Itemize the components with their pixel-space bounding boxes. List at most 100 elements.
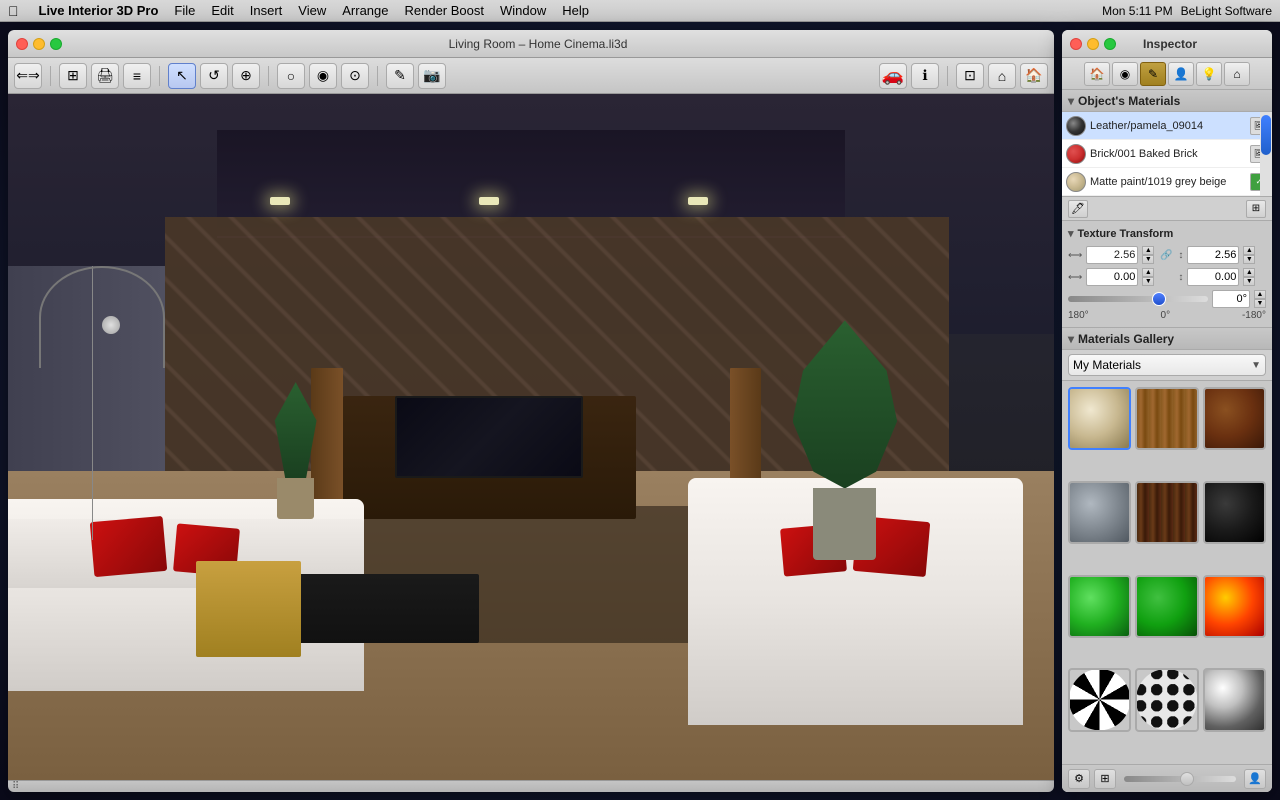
add-icon[interactable]: ⊞ <box>1094 769 1116 789</box>
gallery-item-black[interactable] <box>1203 481 1266 544</box>
scale-v-down[interactable]: ▼ <box>1243 255 1255 264</box>
gallery-item-stone[interactable] <box>1068 481 1131 544</box>
circle-btn1[interactable]: ○ <box>277 63 305 89</box>
material-preview-chrome <box>1205 670 1264 729</box>
gallery-item-brick[interactable] <box>1203 387 1266 450</box>
plant-center <box>270 382 322 519</box>
scale-h-down[interactable]: ▼ <box>1142 255 1154 264</box>
eyedropper-btn[interactable]: 🖊 <box>1068 200 1088 218</box>
menu-edit[interactable]: Edit <box>211 3 233 18</box>
rotate-btn[interactable]: ↺ <box>200 63 228 89</box>
inspector-minimize[interactable] <box>1087 38 1099 50</box>
gallery-item-chrome[interactable] <box>1203 668 1266 731</box>
car-btn[interactable]: 🚗 <box>879 63 907 89</box>
tab-person[interactable]: 👤 <box>1168 62 1194 86</box>
move-btn[interactable]: ⊕ <box>232 63 260 89</box>
tab-brush[interactable]: ✎ <box>1140 62 1166 86</box>
gallery-item-fire[interactable] <box>1203 575 1266 638</box>
offset-h-up[interactable]: ▲ <box>1142 268 1154 277</box>
rotation-stepper[interactable]: ▲ ▼ <box>1254 290 1266 308</box>
gallery-dropdown[interactable]: My Materials ▼ <box>1068 354 1266 376</box>
zoom-button[interactable] <box>50 38 62 50</box>
gallery-item-wood[interactable] <box>1135 387 1198 450</box>
scale-h-input[interactable]: 2.56 <box>1086 246 1138 264</box>
tab-home[interactable]: ⌂ <box>1224 62 1250 86</box>
material-item-2[interactable]: Matte paint/1019 grey beige ✓ <box>1062 168 1272 196</box>
menu-arrange[interactable]: Arrange <box>342 3 388 18</box>
gallery-item-darkwood[interactable] <box>1135 481 1198 544</box>
gallery-item-spots[interactable] <box>1135 668 1198 731</box>
rotation-input[interactable]: 0° <box>1212 290 1250 308</box>
menu-btn[interactable]: ≡ <box>123 63 151 89</box>
view3-btn[interactable]: 🏠 <box>1020 63 1048 89</box>
close-button[interactable] <box>16 38 28 50</box>
menubar-time: Mon 5:11 PM <box>1102 4 1172 18</box>
material-item-0[interactable]: Leather/pamela_09014 🖼 <box>1062 112 1272 140</box>
gear-icon[interactable]: ⚙ <box>1068 769 1090 789</box>
select-btn[interactable]: ↖ <box>168 63 196 89</box>
rotation-labels: 180° 0° -180° <box>1068 310 1266 321</box>
offset-h-down[interactable]: ▼ <box>1142 277 1154 286</box>
camera-btn[interactable]: 📷 <box>418 63 446 89</box>
menu-help[interactable]: Help <box>562 3 589 18</box>
tab-sphere[interactable]: ◉ <box>1112 62 1138 86</box>
scale-v-stepper[interactable]: ▲ ▼ <box>1243 246 1255 264</box>
menu-view[interactable]: View <box>298 3 326 18</box>
offset-row: ⟷ 0.00 ▲ ▼ ↕ 0.00 ▲ ▼ <box>1068 268 1266 286</box>
viewport[interactable] <box>8 94 1054 780</box>
offset-h-stepper[interactable]: ▲ ▼ <box>1142 268 1154 286</box>
scale-h-stepper[interactable]: ▲ ▼ <box>1142 246 1154 264</box>
menu-window[interactable]: Window <box>500 3 546 18</box>
gallery-item-zebra[interactable] <box>1068 668 1131 731</box>
info-btn[interactable]: ℹ <box>911 63 939 89</box>
circle-btn3[interactable]: ⊙ <box>341 63 369 89</box>
offset-v-down[interactable]: ▼ <box>1243 277 1255 286</box>
scale-v-input[interactable]: 2.56 <box>1187 246 1239 264</box>
inspector-close[interactable] <box>1070 38 1082 50</box>
circle-btn2[interactable]: ◉ <box>309 63 337 89</box>
resize-handle[interactable]: ⠿ <box>12 781 19 792</box>
tab-bulb[interactable]: 💡 <box>1196 62 1222 86</box>
menu-render-boost[interactable]: Render Boost <box>405 3 485 18</box>
material-item-1[interactable]: Brick/001 Baked Brick 🖼 <box>1062 140 1272 168</box>
offset-v-input[interactable]: 0.00 <box>1187 268 1239 286</box>
window-3d: Living Room – Home Cinema.li3d ⇐⇒ ⊞ 🖨 ≡ … <box>8 30 1054 792</box>
render-btn[interactable]: 🖨 <box>91 63 119 89</box>
rotation-slider[interactable] <box>1068 296 1208 302</box>
menu-file[interactable]: File <box>174 3 195 18</box>
grid-view-btn[interactable]: ⊞ <box>1246 200 1266 218</box>
view2-btn[interactable]: ⌂ <box>988 63 1016 89</box>
rotation-thumb[interactable] <box>1152 292 1166 306</box>
gallery-item-beige[interactable] <box>1068 387 1131 450</box>
minimize-button[interactable] <box>33 38 45 50</box>
scale-v-up[interactable]: ▲ <box>1243 246 1255 255</box>
rotation-up[interactable]: ▲ <box>1254 290 1266 299</box>
inspector-zoom[interactable] <box>1104 38 1116 50</box>
apple-menu[interactable]:  <box>8 3 19 19</box>
offset-v-stepper[interactable]: ▲ ▼ <box>1243 268 1255 286</box>
gallery-item-green-mid[interactable] <box>1135 575 1198 638</box>
scale-h-up[interactable]: ▲ <box>1142 246 1154 255</box>
person-icon[interactable]: 👤 <box>1244 769 1266 789</box>
back-forward-btn[interactable]: ⇐⇒ <box>14 63 42 89</box>
offset-h-input[interactable]: 0.00 <box>1086 268 1138 286</box>
view1-btn[interactable]: ⊡ <box>956 63 984 89</box>
offset-v-up[interactable]: ▲ <box>1243 268 1255 277</box>
ottoman <box>196 561 301 657</box>
scrollbar-thumb[interactable] <box>1261 115 1271 155</box>
link-icon[interactable]: 🔗 <box>1158 247 1174 263</box>
draw-btn[interactable]: ✎ <box>386 63 414 89</box>
2d-view-btn[interactable]: ⊞ <box>59 63 87 89</box>
tab-house[interactable]: 🏠 <box>1084 62 1110 86</box>
gallery-item-green-bright[interactable] <box>1068 575 1131 638</box>
materials-scrollbar[interactable] <box>1260 112 1272 196</box>
rotation-down[interactable]: ▼ <box>1254 299 1266 308</box>
size-slider-thumb[interactable] <box>1180 772 1194 786</box>
plant-pot <box>813 488 876 560</box>
plant-c-leaves <box>270 382 322 478</box>
pillow-left-1 <box>89 516 167 577</box>
size-slider[interactable] <box>1124 776 1236 782</box>
material-preview-zebra <box>1068 668 1131 731</box>
menu-insert[interactable]: Insert <box>250 3 283 18</box>
app-name[interactable]: Live Interior 3D Pro <box>39 3 159 18</box>
